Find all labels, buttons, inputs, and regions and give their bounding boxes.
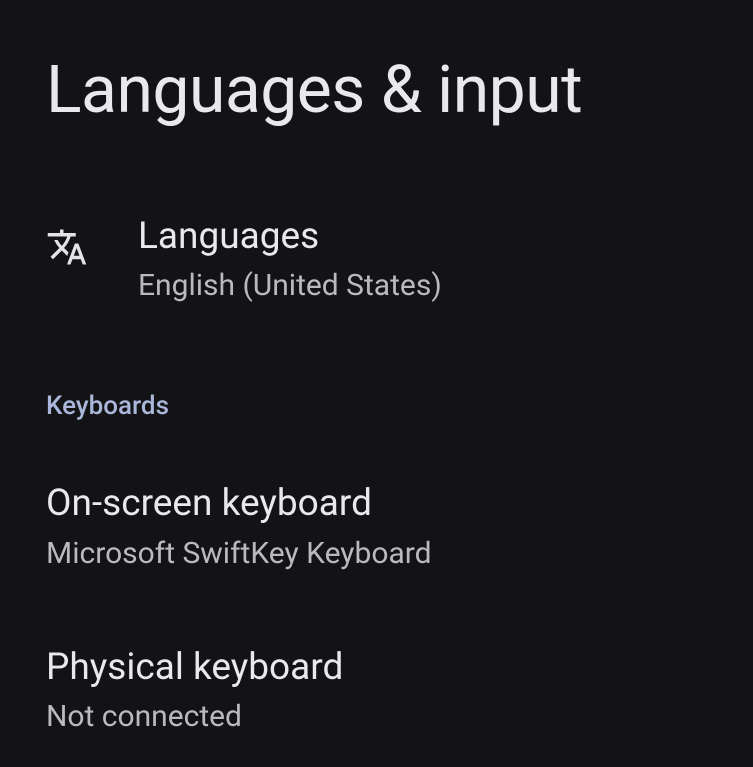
- translate-icon: [46, 226, 88, 268]
- physical-keyboard-title: Physical keyboard: [46, 645, 753, 691]
- onscreen-keyboard-item[interactable]: On-screen keyboard Microsoft SwiftKey Ke…: [0, 421, 753, 572]
- languages-title: Languages: [138, 214, 442, 260]
- keyboards-section-header: Keyboards: [0, 305, 753, 421]
- onscreen-keyboard-title: On-screen keyboard: [46, 481, 753, 527]
- physical-keyboard-subtitle: Not connected: [46, 697, 753, 736]
- onscreen-keyboard-subtitle: Microsoft SwiftKey Keyboard: [46, 534, 753, 573]
- languages-item[interactable]: Languages English (United States): [0, 129, 753, 305]
- page-title: Languages & input: [0, 0, 753, 129]
- physical-keyboard-item[interactable]: Physical keyboard Not connected: [0, 573, 753, 736]
- languages-subtitle: English (United States): [138, 266, 442, 305]
- languages-text: Languages English (United States): [138, 214, 442, 305]
